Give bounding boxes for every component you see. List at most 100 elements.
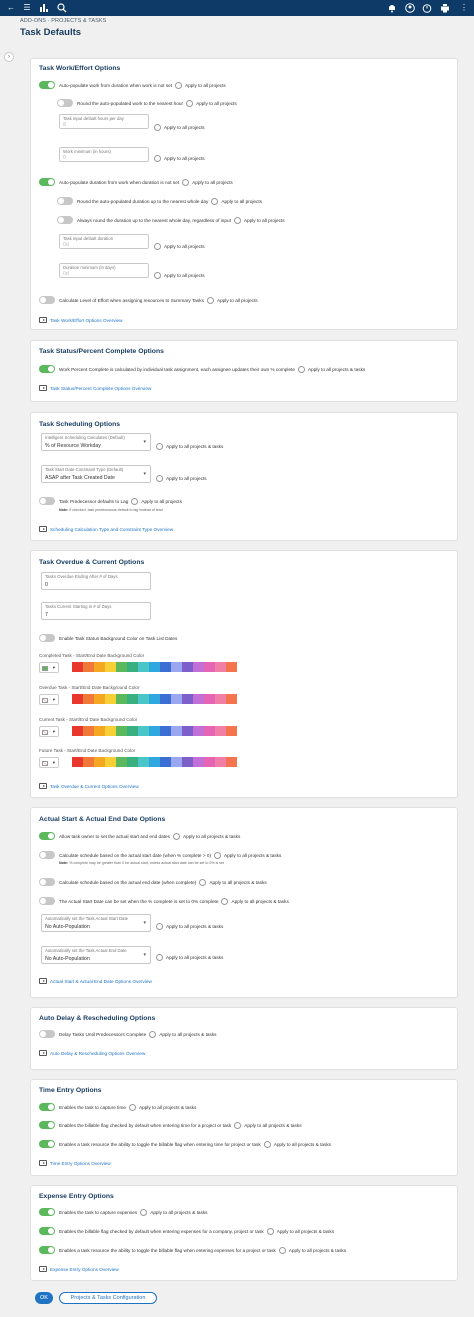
- sidebar-expand-chevron-icon[interactable]: ›: [4, 52, 14, 62]
- breadcrumb[interactable]: ADD-ONS · PROJECTS & TASKS: [20, 18, 106, 24]
- apply-all-radio[interactable]: [211, 197, 219, 205]
- user-profile-icon[interactable]: [405, 3, 415, 13]
- color-swatch-option[interactable]: [83, 662, 94, 672]
- color-swatch-option[interactable]: [83, 694, 94, 704]
- color-swatch-option[interactable]: [204, 726, 215, 736]
- bg-color-toggle[interactable]: [39, 634, 55, 642]
- zero-complete-toggle[interactable]: [39, 897, 55, 905]
- color-swatch-option[interactable]: [138, 694, 149, 704]
- color-swatch-option[interactable]: [83, 757, 94, 767]
- overdue-overview-link[interactable]: Task Overdue & Current Options Overview: [39, 783, 139, 789]
- constraint-type-select[interactable]: Task Start Date Constraint Type (Default…: [41, 465, 151, 483]
- calc-start-toggle[interactable]: [39, 851, 55, 859]
- color-swatch-option[interactable]: [83, 726, 94, 736]
- timer-icon[interactable]: [422, 3, 432, 13]
- expense-billable-toggle[interactable]: [39, 1227, 55, 1235]
- default-duration-input[interactable]: Task input default duration 0d: [59, 234, 149, 249]
- completed-color-palette[interactable]: [72, 662, 237, 672]
- time-billable-toggle[interactable]: [39, 1121, 55, 1129]
- apply-all-radio[interactable]: [266, 1227, 274, 1235]
- color-swatch-option[interactable]: [182, 694, 193, 704]
- completed-color-picker[interactable]: ▾: [39, 662, 59, 673]
- apply-all-radio[interactable]: [156, 475, 163, 482]
- apply-all-radio[interactable]: [156, 923, 163, 930]
- color-swatch-option[interactable]: [193, 662, 204, 672]
- calc-end-toggle[interactable]: [39, 878, 55, 886]
- apply-all-radio[interactable]: [140, 1208, 148, 1216]
- color-swatch-option[interactable]: [149, 694, 160, 704]
- duration-minimum-input[interactable]: Duration minimum (in days) 0d: [59, 263, 149, 278]
- apply-all-radio[interactable]: [128, 1103, 136, 1111]
- color-swatch-option[interactable]: [215, 726, 226, 736]
- color-swatch-option[interactable]: [72, 662, 83, 672]
- delay-toggle[interactable]: [39, 1030, 55, 1038]
- scheduling-calc-select[interactable]: Intelligent Scheduling Calculates (Defau…: [41, 433, 151, 451]
- color-swatch-option[interactable]: [215, 694, 226, 704]
- current-color-picker[interactable]: ▾: [39, 726, 59, 737]
- always-round-toggle[interactable]: [57, 216, 73, 224]
- color-swatch-option[interactable]: [72, 694, 83, 704]
- color-swatch-option[interactable]: [138, 757, 149, 767]
- scheduling-overview-link[interactable]: Scheduling Calculation Type and Constrai…: [39, 526, 173, 532]
- overdue-days-input[interactable]: Tasks Overdue Ending After # of Days 0: [41, 572, 151, 590]
- apply-all-radio[interactable]: [233, 216, 241, 224]
- work-minimum-input[interactable]: Work minimum (in hours) 0: [59, 147, 149, 162]
- color-swatch-option[interactable]: [182, 726, 193, 736]
- color-swatch-option[interactable]: [72, 726, 83, 736]
- print-icon[interactable]: [440, 3, 450, 13]
- apply-all-radio[interactable]: [156, 443, 163, 450]
- loe-toggle[interactable]: [39, 296, 55, 304]
- current-color-palette[interactable]: [72, 726, 237, 736]
- color-swatch-option[interactable]: [116, 694, 127, 704]
- hours-per-day-input[interactable]: Task input default hours per day 8: [59, 114, 149, 129]
- color-swatch-option[interactable]: [105, 757, 116, 767]
- color-swatch-option[interactable]: [149, 662, 160, 672]
- color-swatch-option[interactable]: [127, 662, 138, 672]
- apply-all-radio[interactable]: [154, 155, 161, 162]
- apply-all-radio[interactable]: [154, 243, 161, 250]
- color-swatch-option[interactable]: [215, 757, 226, 767]
- color-swatch-option[interactable]: [149, 726, 160, 736]
- color-swatch-option[interactable]: [160, 726, 171, 736]
- color-swatch-option[interactable]: [149, 757, 160, 767]
- apply-all-radio[interactable]: [199, 878, 207, 886]
- current-days-input[interactable]: Tasks Current Starting in # of Days 7: [41, 602, 151, 620]
- color-swatch-option[interactable]: [127, 726, 138, 736]
- actual-dates-overview-link[interactable]: Actual Start & Actual End Date Options O…: [39, 978, 152, 984]
- ok-button[interactable]: OK: [35, 1292, 53, 1304]
- apply-all-radio[interactable]: [131, 497, 139, 505]
- apply-all-radio[interactable]: [173, 832, 181, 840]
- color-swatch-option[interactable]: [226, 757, 237, 767]
- color-swatch-option[interactable]: [171, 662, 182, 672]
- color-swatch-option[interactable]: [127, 757, 138, 767]
- color-swatch-option[interactable]: [116, 757, 127, 767]
- color-swatch-option[interactable]: [116, 726, 127, 736]
- color-swatch-option[interactable]: [193, 694, 204, 704]
- time-capture-toggle[interactable]: [39, 1103, 55, 1111]
- apply-all-radio[interactable]: [221, 897, 229, 905]
- color-swatch-option[interactable]: [160, 757, 171, 767]
- future-color-picker[interactable]: ▾: [39, 757, 59, 768]
- apply-all-radio[interactable]: [149, 1030, 157, 1038]
- color-swatch-option[interactable]: [193, 726, 204, 736]
- color-swatch-option[interactable]: [138, 662, 149, 672]
- color-swatch-option[interactable]: [204, 757, 215, 767]
- apply-all-radio[interactable]: [154, 124, 161, 131]
- color-swatch-option[interactable]: [105, 694, 116, 704]
- apply-all-radio[interactable]: [263, 1140, 271, 1148]
- allow-owner-toggle[interactable]: [39, 832, 55, 840]
- color-swatch-option[interactable]: [94, 757, 105, 767]
- hamburger-menu-icon[interactable]: ☰: [22, 3, 32, 13]
- color-swatch-option[interactable]: [182, 757, 193, 767]
- color-swatch-option[interactable]: [204, 662, 215, 672]
- expense-entry-overview-link[interactable]: Expense Entry Options Overview: [39, 1266, 119, 1272]
- apply-all-radio[interactable]: [156, 954, 163, 961]
- color-swatch-option[interactable]: [127, 694, 138, 704]
- color-swatch-option[interactable]: [226, 662, 237, 672]
- color-swatch-option[interactable]: [215, 662, 226, 672]
- apply-all-radio[interactable]: [214, 851, 222, 859]
- auto-delay-overview-link[interactable]: Auto Delay & Rescheduling Options Overvi…: [39, 1050, 145, 1056]
- status-overview-link[interactable]: Task Status/Percent Complete Options Ove…: [39, 385, 151, 391]
- color-swatch-option[interactable]: [182, 662, 193, 672]
- color-swatch-option[interactable]: [171, 757, 182, 767]
